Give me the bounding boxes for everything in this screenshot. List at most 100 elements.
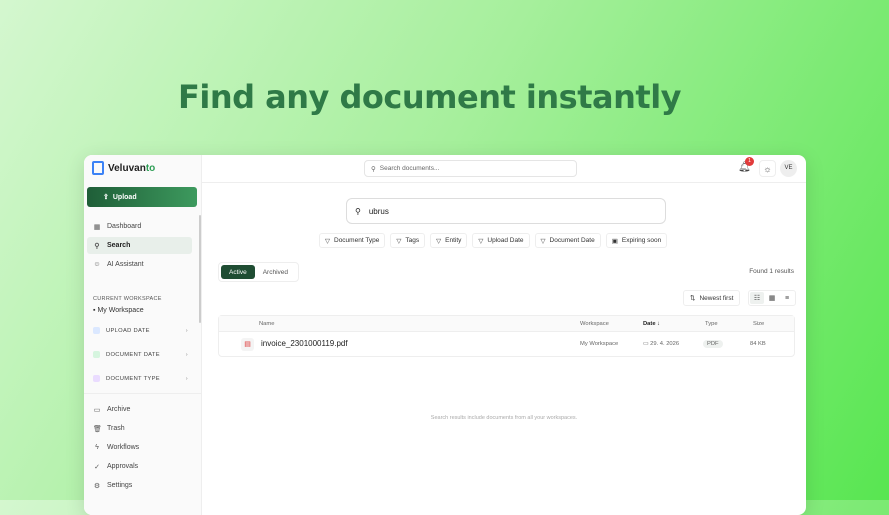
search-icon: ⚲ (355, 206, 361, 216)
upload-label: Upload (112, 193, 137, 201)
upload-icon: ⇪ (103, 194, 109, 201)
search-input[interactable]: ⚲ ubrus (346, 198, 666, 224)
sidebar-scrollbar[interactable] (199, 215, 201, 323)
filter-icon: ▽ (540, 237, 546, 245)
nav-label: AI Assistant (107, 261, 144, 268)
column-header-name[interactable]: Name (259, 321, 274, 327)
brand-suffix: to (145, 162, 156, 174)
chevron-right-icon: › (185, 375, 188, 382)
filter-icon: ▽ (436, 237, 442, 245)
logo: Veluvanto (92, 161, 155, 175)
filter-label: Document Type (334, 237, 380, 244)
file-workspace: My Workspace (580, 341, 619, 347)
sidebar-item-approvals[interactable]: ✓ Approvals (87, 458, 192, 475)
archive-icon: ▭ (93, 406, 101, 414)
sidebar-item-workflows[interactable]: ϟ Workflows (87, 439, 192, 456)
group-document-type[interactable]: DOCUMENT TYPE › (93, 375, 188, 382)
results-count: Found 1 results (749, 268, 794, 275)
nav-label: Archive (107, 406, 131, 413)
avatar[interactable]: VE (780, 160, 797, 177)
gear-icon: ⚙ (93, 482, 101, 490)
column-header-size[interactable]: Size (753, 321, 764, 327)
tab-active[interactable]: Active (221, 265, 255, 279)
filter-document-date[interactable]: ▽ Document Date (534, 233, 601, 248)
filter-icon: ▽ (478, 237, 484, 245)
calendar-icon (93, 327, 100, 334)
file-icon (93, 375, 100, 382)
file-date-value: 29. 4. 2026 (650, 341, 680, 347)
group-document-date[interactable]: DOCUMENT DATE › (93, 351, 188, 358)
workspace-name: My Workspace (97, 307, 144, 314)
column-header-workspace[interactable]: Workspace (580, 321, 609, 327)
sidebar-item-dashboard[interactable]: ▦ Dashboard (87, 218, 192, 235)
sidebar-bottom: ▭ Archive 🗑 Trash ϟ Workflows ✓ Approvals ⚙ S… (84, 393, 202, 490)
nav-label: Workflows (107, 444, 140, 451)
search-icon: ⚲ (371, 165, 376, 173)
workspace-heading: CURRENT WORKSPACE (93, 296, 162, 302)
robot-icon: ☺ (93, 261, 101, 268)
file-name[interactable]: invoice_2301000119.pdf (261, 339, 348, 348)
group-upload-date[interactable]: UPLOAD DATE › (93, 327, 188, 334)
filter-bar: ▽ Document Type ▽ Tags ▽ Entity ▽ Upload Dat… (319, 233, 668, 248)
list-view-icon[interactable]: ☷ (750, 292, 764, 304)
filter-expiring-soon[interactable]: ▣ Expiring soon (605, 233, 668, 248)
filter-tags[interactable]: ▽ Tags (390, 233, 426, 248)
filter-icon: ▽ (325, 237, 330, 245)
results-note: Search results include documents from al… (430, 415, 578, 421)
group-label: UPLOAD DATE (106, 327, 150, 334)
sidebar-item-trash[interactable]: 🗑 Trash (87, 420, 192, 437)
column-header-type[interactable]: Type (705, 321, 718, 327)
file-type-badge: PDF (703, 340, 723, 348)
calendar-icon: ▣ (611, 237, 618, 245)
nav-label: Search (107, 242, 131, 249)
notification-badge: 1 (745, 157, 754, 166)
column-header-date[interactable]: Date ↓ (643, 321, 660, 327)
chevron-right-icon: › (185, 327, 188, 334)
sort-button[interactable]: ⇅ Newest first (683, 290, 741, 306)
nav-label: Approvals (107, 463, 139, 470)
page-headline: Find any document instantly (177, 78, 682, 116)
theme-toggle-sun-icon[interactable]: ☼ (759, 160, 776, 177)
file-size: 84 KB (750, 341, 766, 347)
compact-view-icon[interactable]: ≡ (780, 292, 794, 304)
sidebar-item-archive[interactable]: ▭ Archive (87, 401, 192, 418)
workspace-selector[interactable]: ▪ My Workspace (93, 307, 144, 314)
file-date: ▭ 29. 4. 2026 (643, 341, 680, 347)
results-table: Name Workspace Date ↓ Type Size ▤ invoic… (218, 315, 795, 357)
view-toggle: ☷ ▦ ≡ (748, 290, 796, 306)
nav-label: Trash (107, 425, 125, 432)
filter-label: Tags (405, 237, 420, 244)
table-row[interactable]: ▤ invoice_2301000119.pdf My Workspace ▭ … (219, 332, 794, 357)
calendar-icon (93, 351, 100, 358)
main-content: ⚲ ubrus ▽ Document Type ▽ Tags ▽ Entity ▽ Upl… (202, 183, 806, 515)
sidebar-item-search[interactable]: ⚲ Search (87, 237, 192, 254)
filter-label: Entity (445, 237, 462, 244)
group-label: DOCUMENT DATE (106, 351, 160, 358)
sidebar-item-settings[interactable]: ⚙ Settings (87, 477, 192, 494)
app-window: Veluvanto ⇪ Upload ▦ Dashboard ⚲ Search ☺ AI… (84, 155, 806, 515)
sidebar: Veluvanto ⇪ Upload ▦ Dashboard ⚲ Search ☺ AI… (84, 155, 202, 515)
filter-document-type[interactable]: ▽ Document Type (319, 233, 386, 248)
filter-label: Document Date (549, 237, 595, 244)
nav-label: Settings (107, 482, 133, 489)
search-query: ubrus (368, 206, 389, 216)
header-search-input[interactable]: ⚲ Search documents... (364, 160, 577, 177)
filter-upload-date[interactable]: ▽ Upload Date (472, 233, 530, 248)
filter-entity[interactable]: ▽ Entity (430, 233, 468, 248)
filter-icon: ▽ (396, 237, 402, 245)
pdf-file-icon: ▤ (241, 338, 254, 351)
upload-button[interactable]: ⇪ Upload (87, 187, 197, 207)
filter-label: Expiring soon (621, 237, 662, 244)
sort-label: Newest first (699, 294, 734, 302)
status-tabs: Active Archived (218, 262, 299, 282)
sort-icon: ⇅ (690, 295, 696, 302)
workflow-icon: ϟ (95, 444, 99, 451)
tab-archived[interactable]: Archived (255, 265, 296, 279)
search-placeholder: Search documents... (379, 165, 440, 172)
brand-name: Veluvan (108, 162, 146, 174)
top-bar: ⚲ Search documents... 🔔︎ 1 ☼ VE (202, 155, 806, 183)
table-header: Name Workspace Date ↓ Type Size (219, 316, 794, 332)
sidebar-item-ai-assistant[interactable]: ☺ AI Assistant (87, 256, 192, 273)
nav-label: Dashboard (107, 223, 142, 230)
grid-view-icon[interactable]: ▦ (765, 292, 779, 304)
